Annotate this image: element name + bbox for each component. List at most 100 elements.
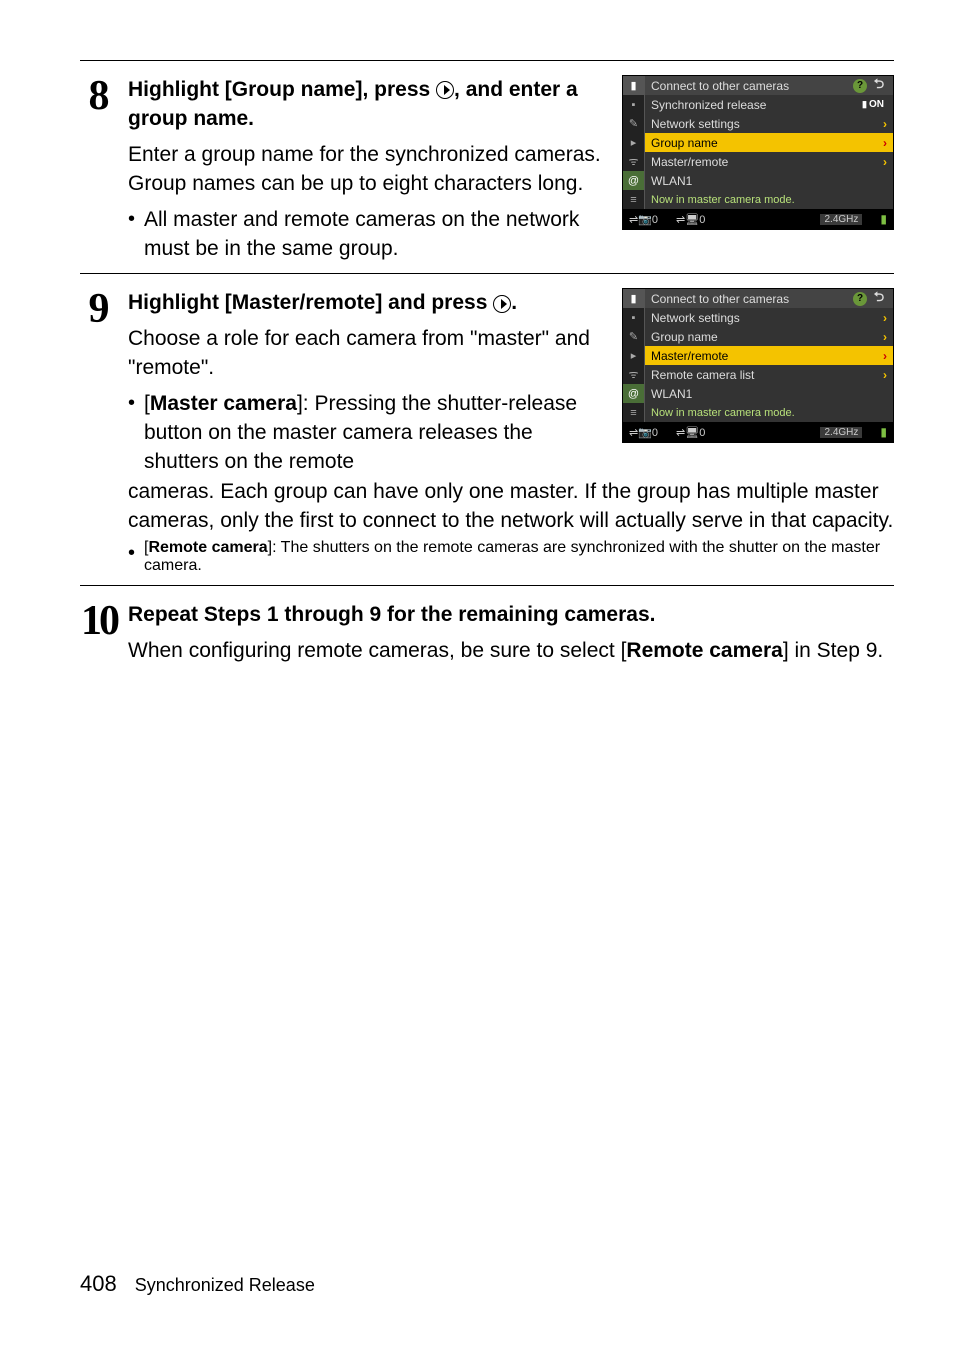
screenshot1-wlan: WLAN1 (645, 171, 893, 190)
footer-camera-count: ⇌📷0 (629, 213, 658, 226)
chevron-right-icon: › (879, 330, 887, 344)
screenshot-master-remote: ▮ ▪ ✎ ▸ ᯤ @ ≡ Connect to other cameras ? (622, 288, 894, 443)
step-10-desc-bold: Remote camera (626, 639, 782, 662)
screenshot2-row1-text: Network settings (651, 311, 879, 325)
step-10: 10 Repeat Steps 1 through 9 for the rema… (80, 585, 894, 671)
screenshot1-row1-text: Synchronized release (651, 98, 859, 112)
step-9-bullet-1-cont: cameras. Each group can have only one ma… (128, 477, 894, 536)
on-badge: ON (859, 99, 887, 110)
step-8-text: Highlight [Group name], press , and ente… (128, 75, 606, 263)
step-9-bullet-1: [Master camera]: Pressing the shutter-re… (128, 389, 606, 477)
step-10-title: Repeat Steps 1 through 9 for the remaini… (128, 600, 894, 629)
chevron-right-icon: › (879, 136, 887, 150)
screenshot1-row-master-remote: Master/remote › (645, 152, 893, 171)
step-8-bullet-1: All master and remote cameras on the net… (128, 205, 606, 264)
step-8-title-pre: Highlight [Group name], press (128, 78, 436, 101)
screenshot1-footer: ⇌📷0 ⇌🖥0 2.4GHz ▮ (623, 209, 893, 229)
right-press-icon (493, 295, 511, 313)
menu-icon: ≡ (623, 403, 644, 422)
screenshot2-row-master-remote: Master/remote › (645, 346, 893, 365)
signal-icon: ▮ (880, 425, 887, 439)
screenshot-group-name: ▮ ▪ ✎ ▸ ᯤ @ ≡ Connect to other cameras ? (622, 75, 894, 230)
step-8-title: Highlight [Group name], press , and ente… (128, 75, 606, 134)
screenshot2-wlan: WLAN1 (645, 384, 893, 403)
screenshot1-header-text: Connect to other cameras (651, 79, 849, 93)
chevron-right-icon: › (879, 368, 887, 382)
screenshot1-row-network-settings: Network settings › (645, 114, 893, 133)
camera-icon: ▮ (623, 76, 644, 95)
step-10-desc-pre: When configuring remote cameras, be sure… (128, 639, 626, 662)
screenshot2-row2-text: Group name (651, 330, 879, 344)
step-9-title-post: . (511, 291, 517, 314)
screenshot1-row-group-name: Group name › (645, 133, 893, 152)
back-icon: ⮌ (871, 292, 887, 306)
step-9-bullet-2: [Remote camera]: The shutters on the rem… (128, 539, 894, 575)
step-10-desc: When configuring remote cameras, be sure… (128, 636, 894, 665)
step-9-bullet-2-label: Remote camera (148, 539, 267, 556)
screenshot1-row-sync-release: Synchronized release ON (645, 95, 893, 114)
menu-icon: ≡ (623, 190, 644, 209)
screenshot2-row-group-name: Group name › (645, 327, 893, 346)
step-9: 9 Highlight [Master/remote] and press . … (80, 273, 894, 575)
right-press-icon (436, 81, 454, 99)
footer-frequency: 2.4GHz (820, 214, 862, 225)
pencil-icon: ✎ (623, 327, 644, 346)
step-10-text: Repeat Steps 1 through 9 for the remaini… (128, 600, 894, 665)
step-9-text: Highlight [Master/remote] and press . Ch… (128, 288, 606, 476)
help-icon: ? (853, 79, 867, 93)
page-footer: 408 Synchronized Release (80, 1271, 315, 1297)
step-8-desc: Enter a group name for the synchronized … (128, 140, 606, 199)
screenshot2-wlan-text: WLAN1 (651, 387, 887, 401)
step-9-number: 9 (80, 288, 118, 330)
step-10-desc-post: ] in Step 9. (783, 639, 883, 662)
step-9-title-pre: Highlight [Master/remote] and press (128, 291, 493, 314)
step-9-title: Highlight [Master/remote] and press . (128, 288, 606, 317)
footer-camera-count: ⇌📷0 (629, 426, 658, 439)
chevron-right-icon: › (879, 155, 887, 169)
screenshot2-row-network-settings: Network settings › (645, 308, 893, 327)
video-icon: ▪ (623, 95, 644, 114)
screenshot1-status-text: Now in master camera mode. (651, 194, 795, 206)
step-8: 8 Highlight [Group name], press , and en… (80, 60, 894, 263)
wifi-icon: ᯤ (623, 365, 644, 384)
screenshot1-row3-text: Group name (651, 136, 879, 150)
screenshot2-row3-text: Master/remote (651, 349, 879, 363)
step-9-bullet-1-label: Master camera (150, 392, 297, 415)
wifi-icon: ᯤ (623, 152, 644, 171)
signal-icon: ▮ (880, 212, 887, 226)
screenshot2-footer: ⇌📷0 ⇌🖥0 2.4GHz ▮ (623, 422, 893, 442)
back-icon: ⮌ (871, 79, 887, 93)
video-icon: ▪ (623, 308, 644, 327)
play-icon: ▸ (623, 346, 644, 365)
screenshot2-status: Now in master camera mode. (645, 403, 893, 422)
screenshot2-sidebar: ▮ ▪ ✎ ▸ ᯤ @ ≡ (623, 289, 645, 422)
screenshot1-row2-text: Network settings (651, 117, 879, 131)
step-8-number: 8 (80, 75, 118, 117)
screenshot1-status: Now in master camera mode. (645, 190, 893, 209)
screenshot1-sidebar: ▮ ▪ ✎ ▸ ᯤ @ ≡ (623, 76, 645, 209)
screenshot1-wlan-text: WLAN1 (651, 174, 887, 188)
page-number: 408 (80, 1271, 117, 1297)
globe-icon: @ (623, 171, 644, 190)
chevron-right-icon: › (879, 117, 887, 131)
screenshot2-row-remote-list: Remote camera list › (645, 365, 893, 384)
chevron-right-icon: › (879, 349, 887, 363)
screenshot2-header: Connect to other cameras ? ⮌ (645, 289, 893, 308)
screenshot2-status-text: Now in master camera mode. (651, 407, 795, 419)
screenshot2-header-text: Connect to other cameras (651, 292, 849, 306)
step-10-number: 10 (80, 600, 118, 642)
pencil-icon: ✎ (623, 114, 644, 133)
page-section: Synchronized Release (135, 1275, 315, 1296)
help-icon: ? (853, 292, 867, 306)
screenshot1-header: Connect to other cameras ? ⮌ (645, 76, 893, 95)
footer-pc-count: ⇌🖥0 (676, 426, 705, 439)
screenshot2-row4-text: Remote camera list (651, 368, 879, 382)
camera-icon: ▮ (623, 289, 644, 308)
footer-frequency: 2.4GHz (820, 427, 862, 438)
play-icon: ▸ (623, 133, 644, 152)
step-9-desc: Choose a role for each camera from "mast… (128, 324, 606, 383)
footer-pc-count: ⇌🖥0 (676, 213, 705, 226)
globe-icon: @ (623, 384, 644, 403)
chevron-right-icon: › (879, 311, 887, 325)
screenshot1-row4-text: Master/remote (651, 155, 879, 169)
